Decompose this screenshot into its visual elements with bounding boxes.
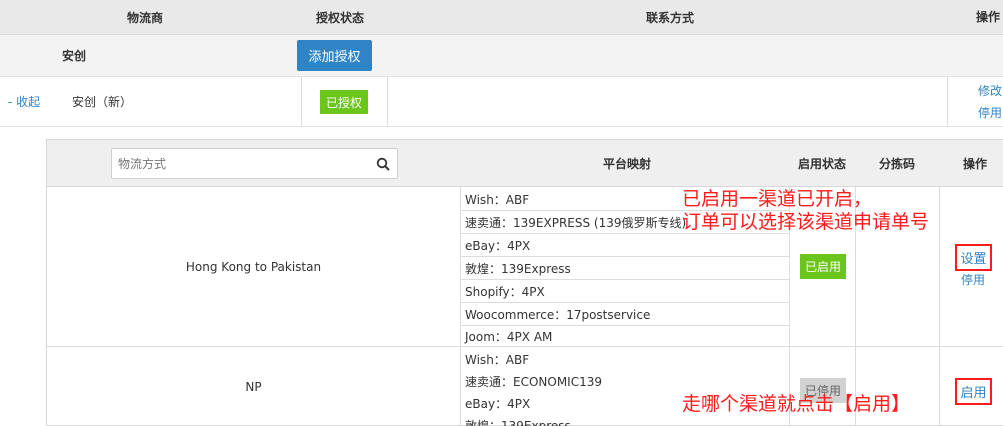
- collapse-link[interactable]: - 收起: [8, 77, 40, 127]
- header-auth-status: 授权状态: [315, 11, 364, 25]
- shipping-methods-table: 平台映射 启用状态 分拣码 操作 Hong Kong to Pakistan W…: [46, 139, 1003, 426]
- annotation-click-enable: 走哪个渠道就点击【启用】: [682, 393, 911, 415]
- account-row: - 收起 安创（新） 已授权 修改 停用: [0, 77, 1003, 127]
- settings-link[interactable]: 设置: [960, 248, 986, 267]
- add-authorization-button[interactable]: 添加授权: [297, 40, 372, 71]
- mapping-item: Woocommerce：17postservice: [465, 307, 651, 322]
- disable-method-link[interactable]: 停用: [961, 271, 985, 288]
- header-platform-mapping: 平台映射: [602, 157, 651, 171]
- settings-button[interactable]: 设置: [955, 244, 992, 271]
- mapping-item: Shopify：4PX: [465, 284, 545, 299]
- edit-link[interactable]: 修改: [978, 82, 1002, 99]
- provider-name: 安创: [62, 49, 87, 63]
- enable-link[interactable]: 启用: [960, 382, 986, 401]
- status-badge: 已启用: [800, 254, 846, 279]
- header-contact: 联系方式: [645, 11, 694, 25]
- divider: [947, 77, 948, 127]
- account-name: 安创（新）: [72, 95, 133, 109]
- header-enable-status: 启用状态: [797, 157, 846, 171]
- divider: [387, 77, 388, 127]
- provider-row: 安创 添加授权: [0, 35, 1003, 77]
- search-input[interactable]: [118, 155, 358, 173]
- mapping-item: Joom：4PX AM: [465, 329, 553, 344]
- disable-account-link[interactable]: 停用: [978, 104, 1002, 121]
- mapping-item: eBay：4PX: [465, 238, 531, 253]
- header-provider: 物流商: [126, 11, 163, 25]
- table-header: 物流商 授权状态 联系方式 操作: [0, 0, 1003, 35]
- enable-button[interactable]: 启用: [955, 378, 992, 405]
- header-sort-code: 分拣码: [878, 157, 915, 171]
- search-icon[interactable]: [376, 157, 390, 171]
- divider: [301, 77, 302, 127]
- mapping-item: 敦煌：139Express: [465, 261, 571, 276]
- inner-table-header: 平台映射 启用状态 分拣码 操作: [47, 140, 1003, 187]
- shipping-method-name: NP: [245, 380, 262, 394]
- header-operation: 操作: [962, 157, 987, 171]
- shipping-method-name: Hong Kong to Pakistan: [185, 259, 322, 274]
- header-operation: 操作: [976, 10, 1001, 24]
- annotation-enabled-line2: 订单可以选择该渠道申请单号: [682, 211, 930, 233]
- authorized-badge: 已授权: [320, 90, 368, 114]
- shipping-method-search[interactable]: [111, 148, 398, 179]
- divider: [939, 187, 940, 426]
- mapping-item: Wish：ABF: [465, 352, 530, 367]
